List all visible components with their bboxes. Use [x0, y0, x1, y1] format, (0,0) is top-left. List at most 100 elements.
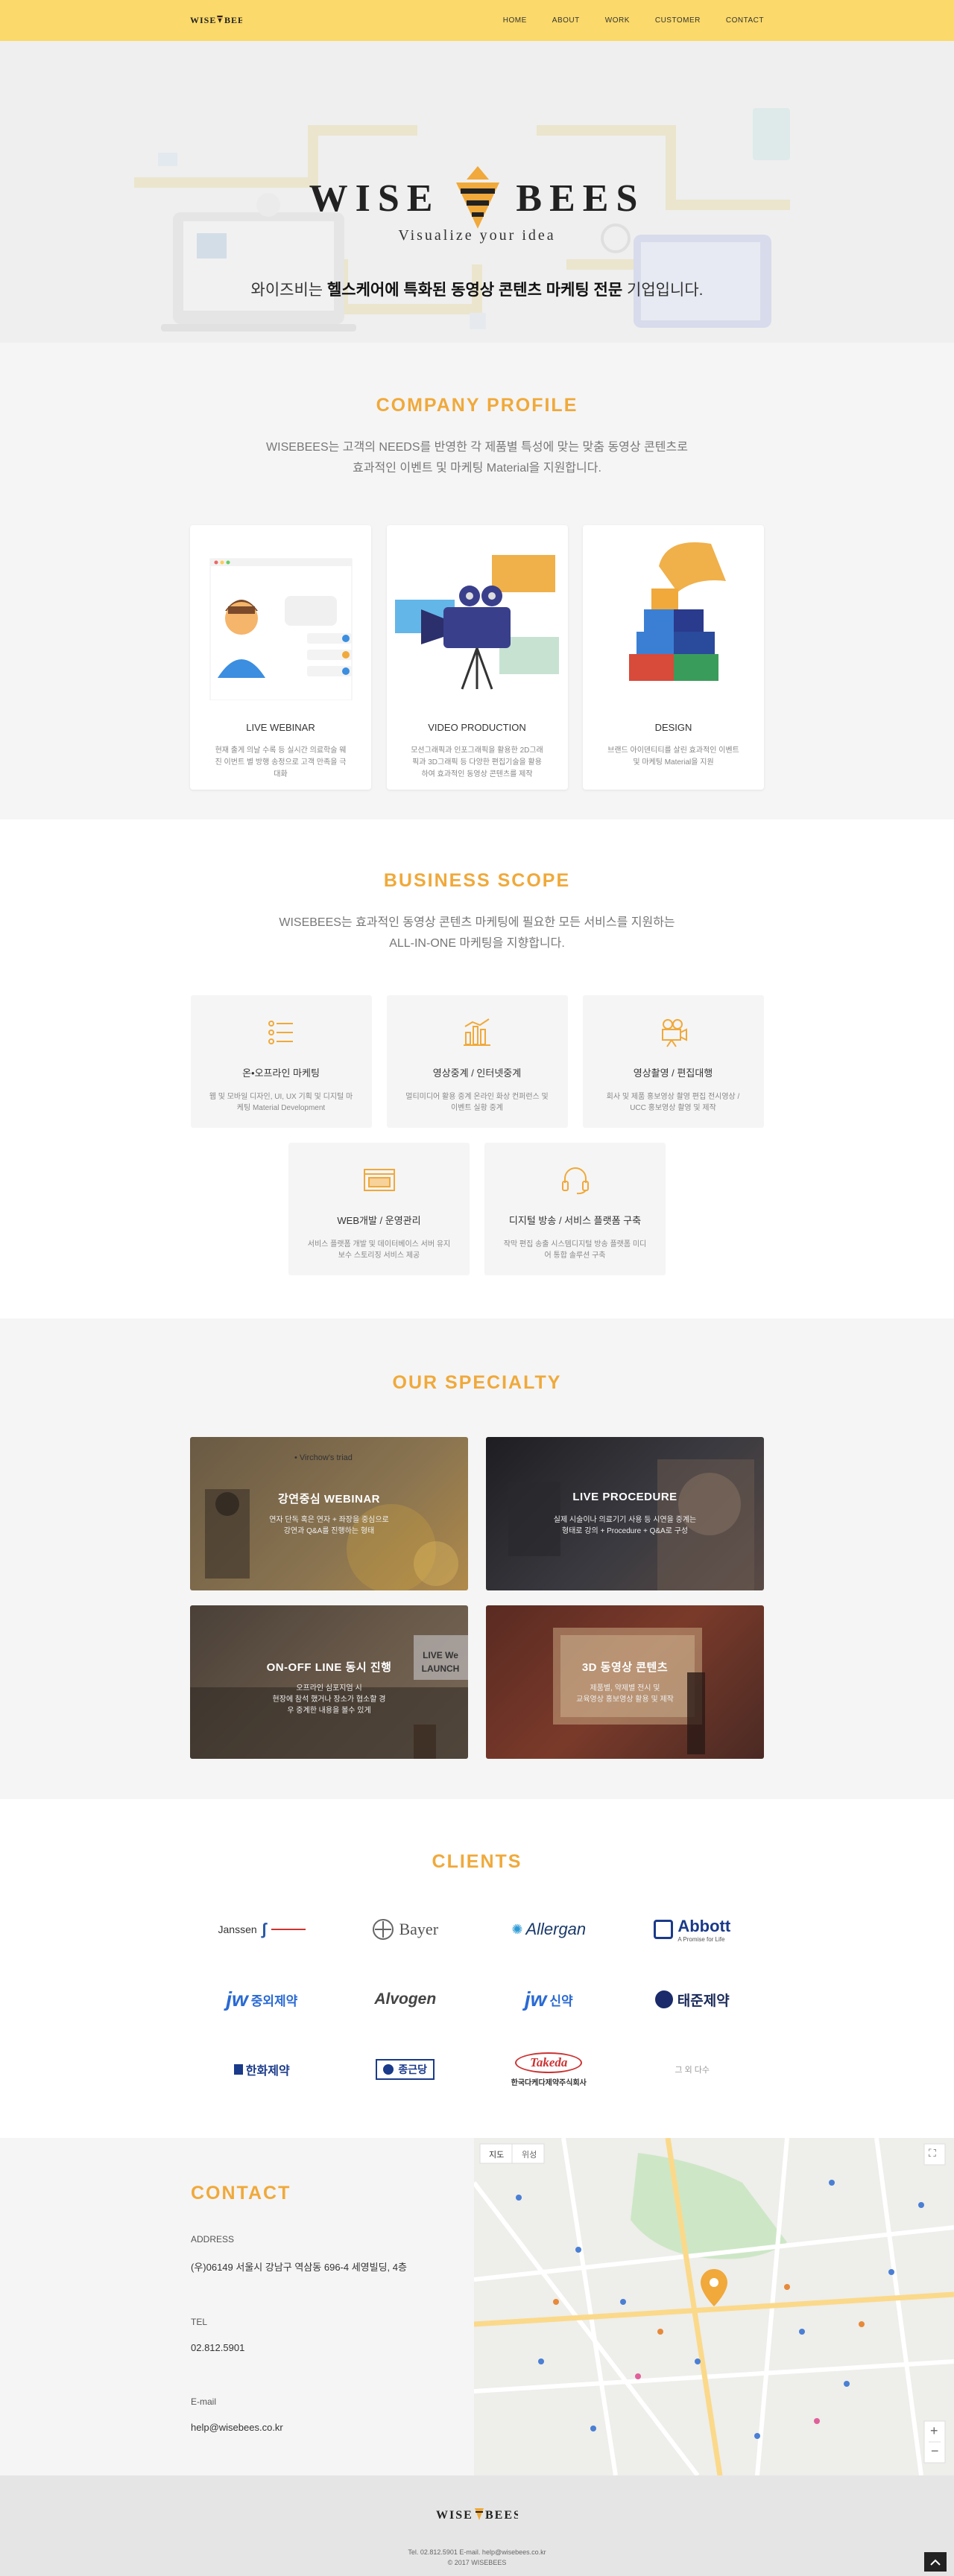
takeda-subtitle: 한국다케다제약주식회사 [511, 2078, 587, 2087]
desc-line1: 오프라인 심포지엄 시 [296, 1684, 362, 1693]
location-map[interactable]: 지도 위성 ⛶ + − [474, 2138, 954, 2475]
map-tab-satellite[interactable]: 위성 [522, 2148, 537, 2160]
abbott-a-icon [654, 1920, 674, 1939]
clients-section: CLIENTS Janssen ʃ Bayer ✺ Allergan Abbott A… [0, 1799, 954, 2138]
client-logo-jw-joongwae: jw 중외제약 [190, 1984, 334, 2015]
map-canvas [474, 2138, 954, 2475]
specialty-grid: • Virchow's triad 강연중심 WEBINAR 연자 단독 혹은 … [190, 1437, 764, 1759]
specialty-photo [553, 1628, 705, 1754]
profile-title: COMPANY PROFILE [376, 395, 578, 416]
hero-logo-bees: BEES [516, 177, 645, 220]
main-nav: HOME ABOUT WORK CUSTOMER CONTACT [503, 16, 764, 25]
hero-copy-suffix: 기업입니다. [622, 282, 704, 299]
email-value[interactable]: help@wisebees.co.kr [191, 2422, 467, 2433]
specialty-item-desc: 오프라인 심포지엄 시 현장에 참석 했거나 장소가 협소할 경우 중계한 내용을… [190, 1683, 468, 1716]
headset-icon [561, 1167, 589, 1195]
scope-item-filming: 영상촬영 / 편집대행 회사 및 제품 홍보영상 촬영 편집 전시영상 / UC… [582, 995, 764, 1128]
map-tab-map[interactable]: 지도 [489, 2148, 504, 2160]
nav-customer[interactable]: CUSTOMER [655, 16, 701, 25]
tel-label: TEL [191, 2317, 208, 2327]
scope-item-desc: 서비스 플랫폼 개발 및 데이터베이스 서버 유지보수 스토리징 서비스 제공 [307, 1240, 451, 1260]
scroll-to-top-button[interactable] [924, 2552, 947, 2572]
svg-text:WISE: WISE [436, 2509, 473, 2522]
client-name: Allergan [525, 1920, 587, 1938]
nav-work[interactable]: WORK [605, 16, 630, 25]
specialty-item-desc: 연자 단독 혹은 연자 + 좌장을 중심으로 강연과 Q&A를 진행하는 형태 [190, 1514, 468, 1537]
specialty-on-off-line[interactable]: LIVE We LAUNCH ON-OFF LINE 동시 진행 오프라인 심포… [190, 1605, 468, 1759]
client-name: Abbott [677, 1916, 731, 1935]
email-label: E-mail [191, 2396, 217, 2407]
footer-logo: WISE BEES [0, 2504, 954, 2526]
hero-tagline: Visualize your idea [398, 227, 556, 244]
card-desc: 브랜드 아이덴티티를 살린 효과적인 이벤트 및 마케팅 Material을 지… [607, 746, 739, 767]
clients-grid: Janssen ʃ Bayer ✺ Allergan Abbott A Promise… [190, 1914, 765, 2087]
card-design[interactable]: DESIGN 브랜드 아이덴티티를 살린 효과적인 이벤트 및 마케팅 Mate… [583, 525, 764, 790]
business-scope-section: BUSINESS SCOPE WISEBEES는 효과적인 동영상 콘텐츠 마케… [0, 819, 954, 1319]
browser-window-icon [363, 1169, 395, 1191]
specialty-item-title: 3D 동영상 콘텐츠 [581, 1661, 669, 1674]
desc-line1: 제품별, 약제별 전시 및 [590, 1684, 660, 1693]
client-logo-taejoon: 태준제약 [621, 1984, 765, 2015]
footer-contact-line: Tel. 02.812.5901 E-mail. help@wisebees.c… [408, 2548, 546, 2556]
janssen-mark-icon: ʃ [261, 1920, 267, 1938]
scope-grid: 온•오프라인 마케팅 웹 및 모바일 디자인, UI, UX 기획 및 디지털 … [190, 995, 764, 1275]
hero-banner: WISE BEES Visualize your idea 와이즈비는 헬스케어… [0, 41, 954, 343]
zoom-out-icon[interactable]: − [931, 2443, 939, 2459]
bee-logo-icon: WISE BEES [436, 2508, 518, 2522]
jw-mark-icon: jw [524, 1987, 547, 2011]
client-name: Alvogen [374, 1990, 437, 2008]
specialty-item-title: 강연중심 WEBINAR [277, 1493, 381, 1506]
scope-item-web: WEB개발 / 운영관리 서비스 플랫폼 개발 및 데이터베이스 서버 유지보수… [288, 1143, 470, 1275]
hero-copy: 와이즈비는 헬스케어에 특화된 동영상 콘텐츠 마케팅 전문 기업입니다. [0, 278, 954, 300]
specialty-3d-content[interactable]: 3D 동영상 콘텐츠 제품별, 약제별 전시 및교육영상 홍보영상 활용 및 제… [486, 1605, 764, 1759]
client-logo-takeda: Takeda 한국다케다제약주식회사 [477, 2052, 621, 2087]
client-name: 중외제약 [250, 1993, 298, 2008]
client-name: Janssen [218, 1923, 257, 1935]
desc-line1: 연자 단독 혹은 연자 + 좌장을 중심으로 [269, 1516, 389, 1524]
card-live-webinar[interactable]: LIVE WEBINAR 현재 출게 의날 수록 등 실시간 의료학술 웨진 이… [190, 525, 371, 790]
hero-copy-bold: 헬스케어에 특화된 동영상 콘텐츠 마케팅 전문 [326, 282, 623, 299]
nav-about[interactable]: ABOUT [552, 16, 580, 25]
video-camera-illustration [387, 525, 568, 711]
desc-line2: 교육영상 홍보영상 활용 및 제작 [576, 1695, 674, 1704]
client-logo-abbott: Abbott A Promise for Life [621, 1914, 765, 1945]
clients-title: CLIENTS [432, 1851, 522, 1872]
nav-home[interactable]: HOME [503, 16, 527, 25]
desc-line2: 형태로 강의 + Procedure + Q&A로 구성 [561, 1527, 689, 1535]
svg-text:BEES: BEES [224, 15, 242, 25]
card-desc: 모션그래픽과 인포그래픽을 활용한 2D그래픽과 3D그래픽 등 다양한 편집기… [411, 746, 543, 778]
specialty-title: OUR SPECIALTY [392, 1372, 562, 1393]
client-others: 그 외 다수 [621, 2054, 765, 2085]
scope-item-broadcast: 영상중계 / 인터넷중계 멀티미디어 활용 중계 온라인 화상 컨퍼런스 및 이… [386, 995, 568, 1128]
fullscreen-icon[interactable]: ⛶ [929, 2147, 936, 2160]
specialty-webinar[interactable]: • Virchow's triad 강연중심 WEBINAR 연자 단독 혹은 … [190, 1437, 468, 1590]
specialty-photo [508, 1459, 754, 1590]
zoom-in-icon[interactable]: + [930, 2423, 938, 2439]
profile-cards: LIVE WEBINAR 현재 출게 의날 수록 등 실시간 의료학술 웨진 이… [190, 525, 764, 790]
tel-value: 02.812.5901 [191, 2342, 245, 2353]
specialty-live-procedure[interactable]: LIVE PROCEDURE 실제 시술이나 의료기기 사용 등 시연을 중계는… [486, 1437, 764, 1590]
client-logo-jw-sinyak: jw 신약 [477, 1984, 621, 2015]
card-video-production[interactable]: VIDEO PRODUCTION 모션그래픽과 인포그래픽을 활용한 2D그래픽… [386, 525, 568, 790]
nav-contact[interactable]: CONTACT [726, 16, 764, 25]
abbott-subtitle: A Promise for Life [677, 1935, 725, 1943]
specialty-item-desc: 실제 시술이나 의료기기 사용 등 시연을 중계는 형태로 강의 + Proced… [486, 1514, 764, 1537]
specialty-section: OUR SPECIALTY • Virchow's triad 강연중심 WEB… [0, 1319, 954, 1799]
client-logo-janssen: Janssen ʃ [190, 1914, 334, 1945]
scope-item-marketing: 온•오프라인 마케팅 웹 및 모바일 디자인, UI, UX 기획 및 디지털 … [190, 995, 372, 1128]
specialty-sign: • Virchow's triad [294, 1453, 353, 1462]
scope-item-desc: 회사 및 제품 홍보영상 촬영 편집 전시영상 / UCC 홍보영상 촬영 및 … [606, 1093, 740, 1112]
specialty-item-title: ON-OFF LINE 동시 진행 [266, 1661, 392, 1674]
scope-desc: WISEBEES는 효과적인 동영상 콘텐츠 마케팅에 필요한 모든 서비스를 … [190, 913, 764, 954]
client-name: 종근당 [398, 2063, 428, 2075]
scope-item-digital: 디지털 방송 / 서비스 플랫폼 구축 작막 편집 송출 시스템디지털 방송 플… [484, 1143, 666, 1275]
scope-desc-line1: WISEBEES는 효과적인 동영상 콘텐츠 마케팅에 필요한 모든 서비스를 … [279, 916, 675, 929]
specialty-photo [190, 1635, 468, 1759]
card-title: LIVE WEBINAR [246, 722, 315, 733]
scope-item-title: 디지털 방송 / 서비스 플랫폼 구축 [508, 1215, 642, 1226]
jw-mark-icon: jw [226, 1987, 248, 2011]
header-logo[interactable]: WISE BEES [190, 13, 242, 29]
card-desc: 현재 출게 의날 수록 등 실시간 의료학술 웨진 이번트 별 방행 송정으로 … [215, 746, 347, 778]
specialty-item-desc: 제품별, 약제별 전시 및교육영상 홍보영상 활용 및 제작 [486, 1683, 764, 1705]
bee-logo-icon: WISE BEES [190, 15, 242, 25]
